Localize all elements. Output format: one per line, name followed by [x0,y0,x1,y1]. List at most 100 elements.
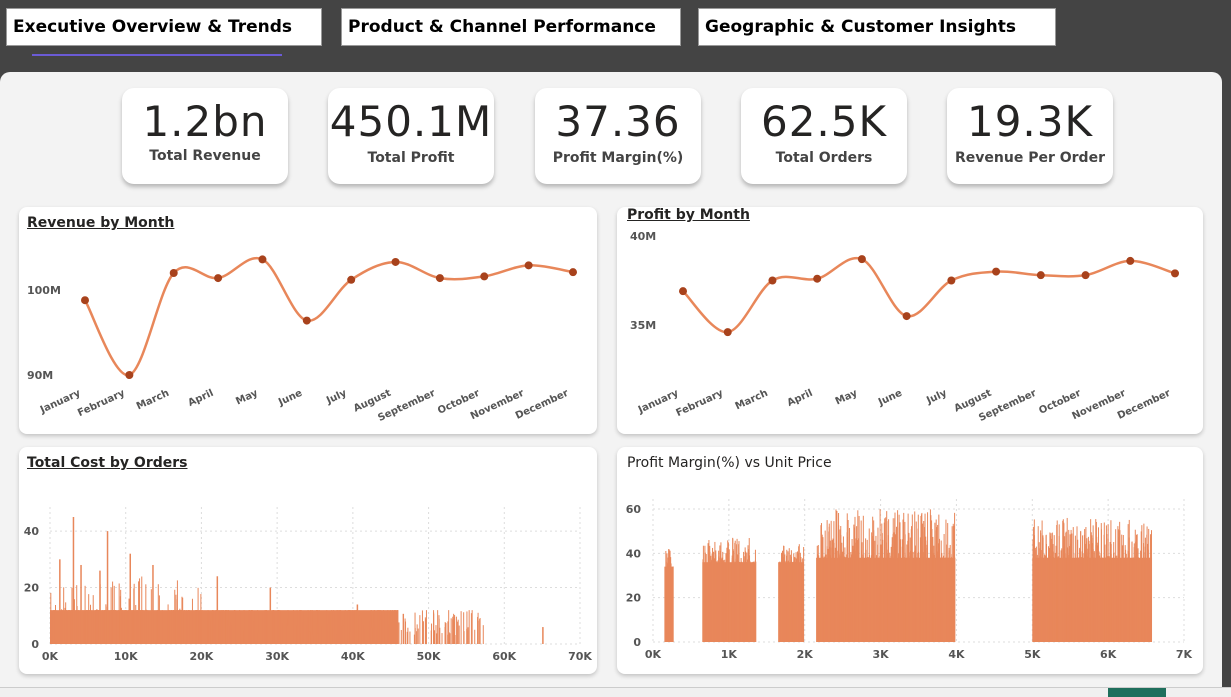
cost-bar [285,622,287,644]
margin-bar [938,547,940,642]
cost-bar [414,612,416,644]
cost-bar [321,625,323,644]
margin-bar [788,560,790,642]
margin-bar [906,557,908,642]
margin-bar [1064,536,1066,642]
cost-bar [468,610,470,644]
margin-bar [870,555,872,642]
margin-bar [845,557,847,642]
margin-bar [736,538,738,642]
cost-bar [70,610,72,644]
margin-bar [672,566,674,642]
margin-bar [830,547,832,642]
bottom-action-button[interactable] [1108,688,1166,697]
cost-bar [378,610,380,644]
cost-bar [172,610,174,644]
cost-bar [101,610,103,644]
data-point [902,312,911,321]
margin-bar [953,556,955,642]
cost-bar [482,625,484,644]
margin-bar [853,524,855,642]
tab-geographic-customer[interactable]: Geographic & Customer Insights [698,8,1056,46]
cost-bar [90,610,92,644]
margin-bar [945,519,947,642]
margin-bar [1131,541,1133,642]
cost-bar [252,621,254,644]
x-tick-label: April [786,388,815,409]
cost-bar [312,635,314,644]
chart-card-total-cost-by-orders[interactable]: Total Cost by Orders 0K 10K 20K 30K 40K 50K 60… [19,447,597,674]
x-tick-label: February [76,388,127,420]
data-point [857,255,866,264]
margin-bar [933,555,935,642]
kpi-value: 1.2bn [142,97,268,146]
tab-executive-overview[interactable]: Executive Overview & Trends [6,8,322,46]
margin-bar [922,552,924,642]
margin-bar [941,552,943,642]
cost-bar [351,610,353,644]
data-point [302,316,311,325]
margin-bar [884,518,886,642]
chart-card-profit-margin-vs-price[interactable]: Profit Margin(%) vs Unit Price 0K 1K 2K 3K 4… [617,447,1203,674]
x-tick-label: 7K [1176,648,1193,661]
data-point [81,296,89,305]
margin-bar [1128,551,1130,642]
margin-bar [1104,557,1106,642]
margin-bar [1134,529,1136,642]
margin-bar [886,542,888,642]
cost-bar [467,627,469,644]
cost-bar [262,612,264,644]
margin-bar [1060,550,1062,642]
margin-bar [889,552,891,642]
margin-bar [867,557,869,642]
x-tick-label: April [187,388,216,409]
cost-bar [470,613,472,644]
cost-bar [88,594,90,644]
margin-bar [936,554,938,642]
cost-bar [397,610,399,644]
cost-bar [339,610,341,644]
margin-bar [787,551,789,642]
tab-product-channel[interactable]: Product & Channel Performance [341,8,681,46]
chart-card-revenue-by-month[interactable]: Revenue by Month 100M 90M January February M… [19,207,597,434]
cost-bar [267,611,269,644]
margin-bar [1110,555,1112,642]
x-tick-label: 0K [42,650,59,663]
cost-bar [454,615,456,644]
chart-card-profit-by-month[interactable]: Profit by Month 40M 35M January February Mar… [617,207,1203,434]
margin-bar [719,561,721,642]
y-tick-label: 35M [630,319,656,332]
margin-bar [1113,552,1115,642]
margin-bar [833,521,835,642]
margin-bar [728,549,730,642]
x-tick-label: 0K [645,648,662,661]
margin-bar [1087,536,1089,642]
cost-bar [239,610,241,644]
data-point [524,261,533,270]
margin-bar [797,553,799,642]
cost-bar [463,612,465,644]
cost-bar [150,589,152,644]
revenue-line-chart: 100M 90M JanuaryFebruary March April May June J… [27,255,577,424]
x-tick-label: 2K [797,648,814,661]
cost-bar [382,614,384,644]
margin-bar [1051,538,1053,642]
margin-bar [781,552,783,642]
cost-bar [219,612,221,644]
margin-bar [749,561,751,642]
cost-bar [277,610,279,644]
margin-bar [861,557,863,642]
cost-bar [337,610,339,644]
cost-bar [424,617,426,644]
x-tick-label: 40K [341,650,365,663]
margin-bar [793,556,795,642]
margin-bar [1107,538,1109,642]
cost-bar [216,576,219,644]
margin-bar [746,559,748,642]
data-point [258,255,267,264]
margin-bar [894,557,896,642]
margin-bar [855,554,857,642]
cost-bar [212,610,214,644]
margin-bar [1147,549,1149,642]
cost-bar [129,553,131,644]
